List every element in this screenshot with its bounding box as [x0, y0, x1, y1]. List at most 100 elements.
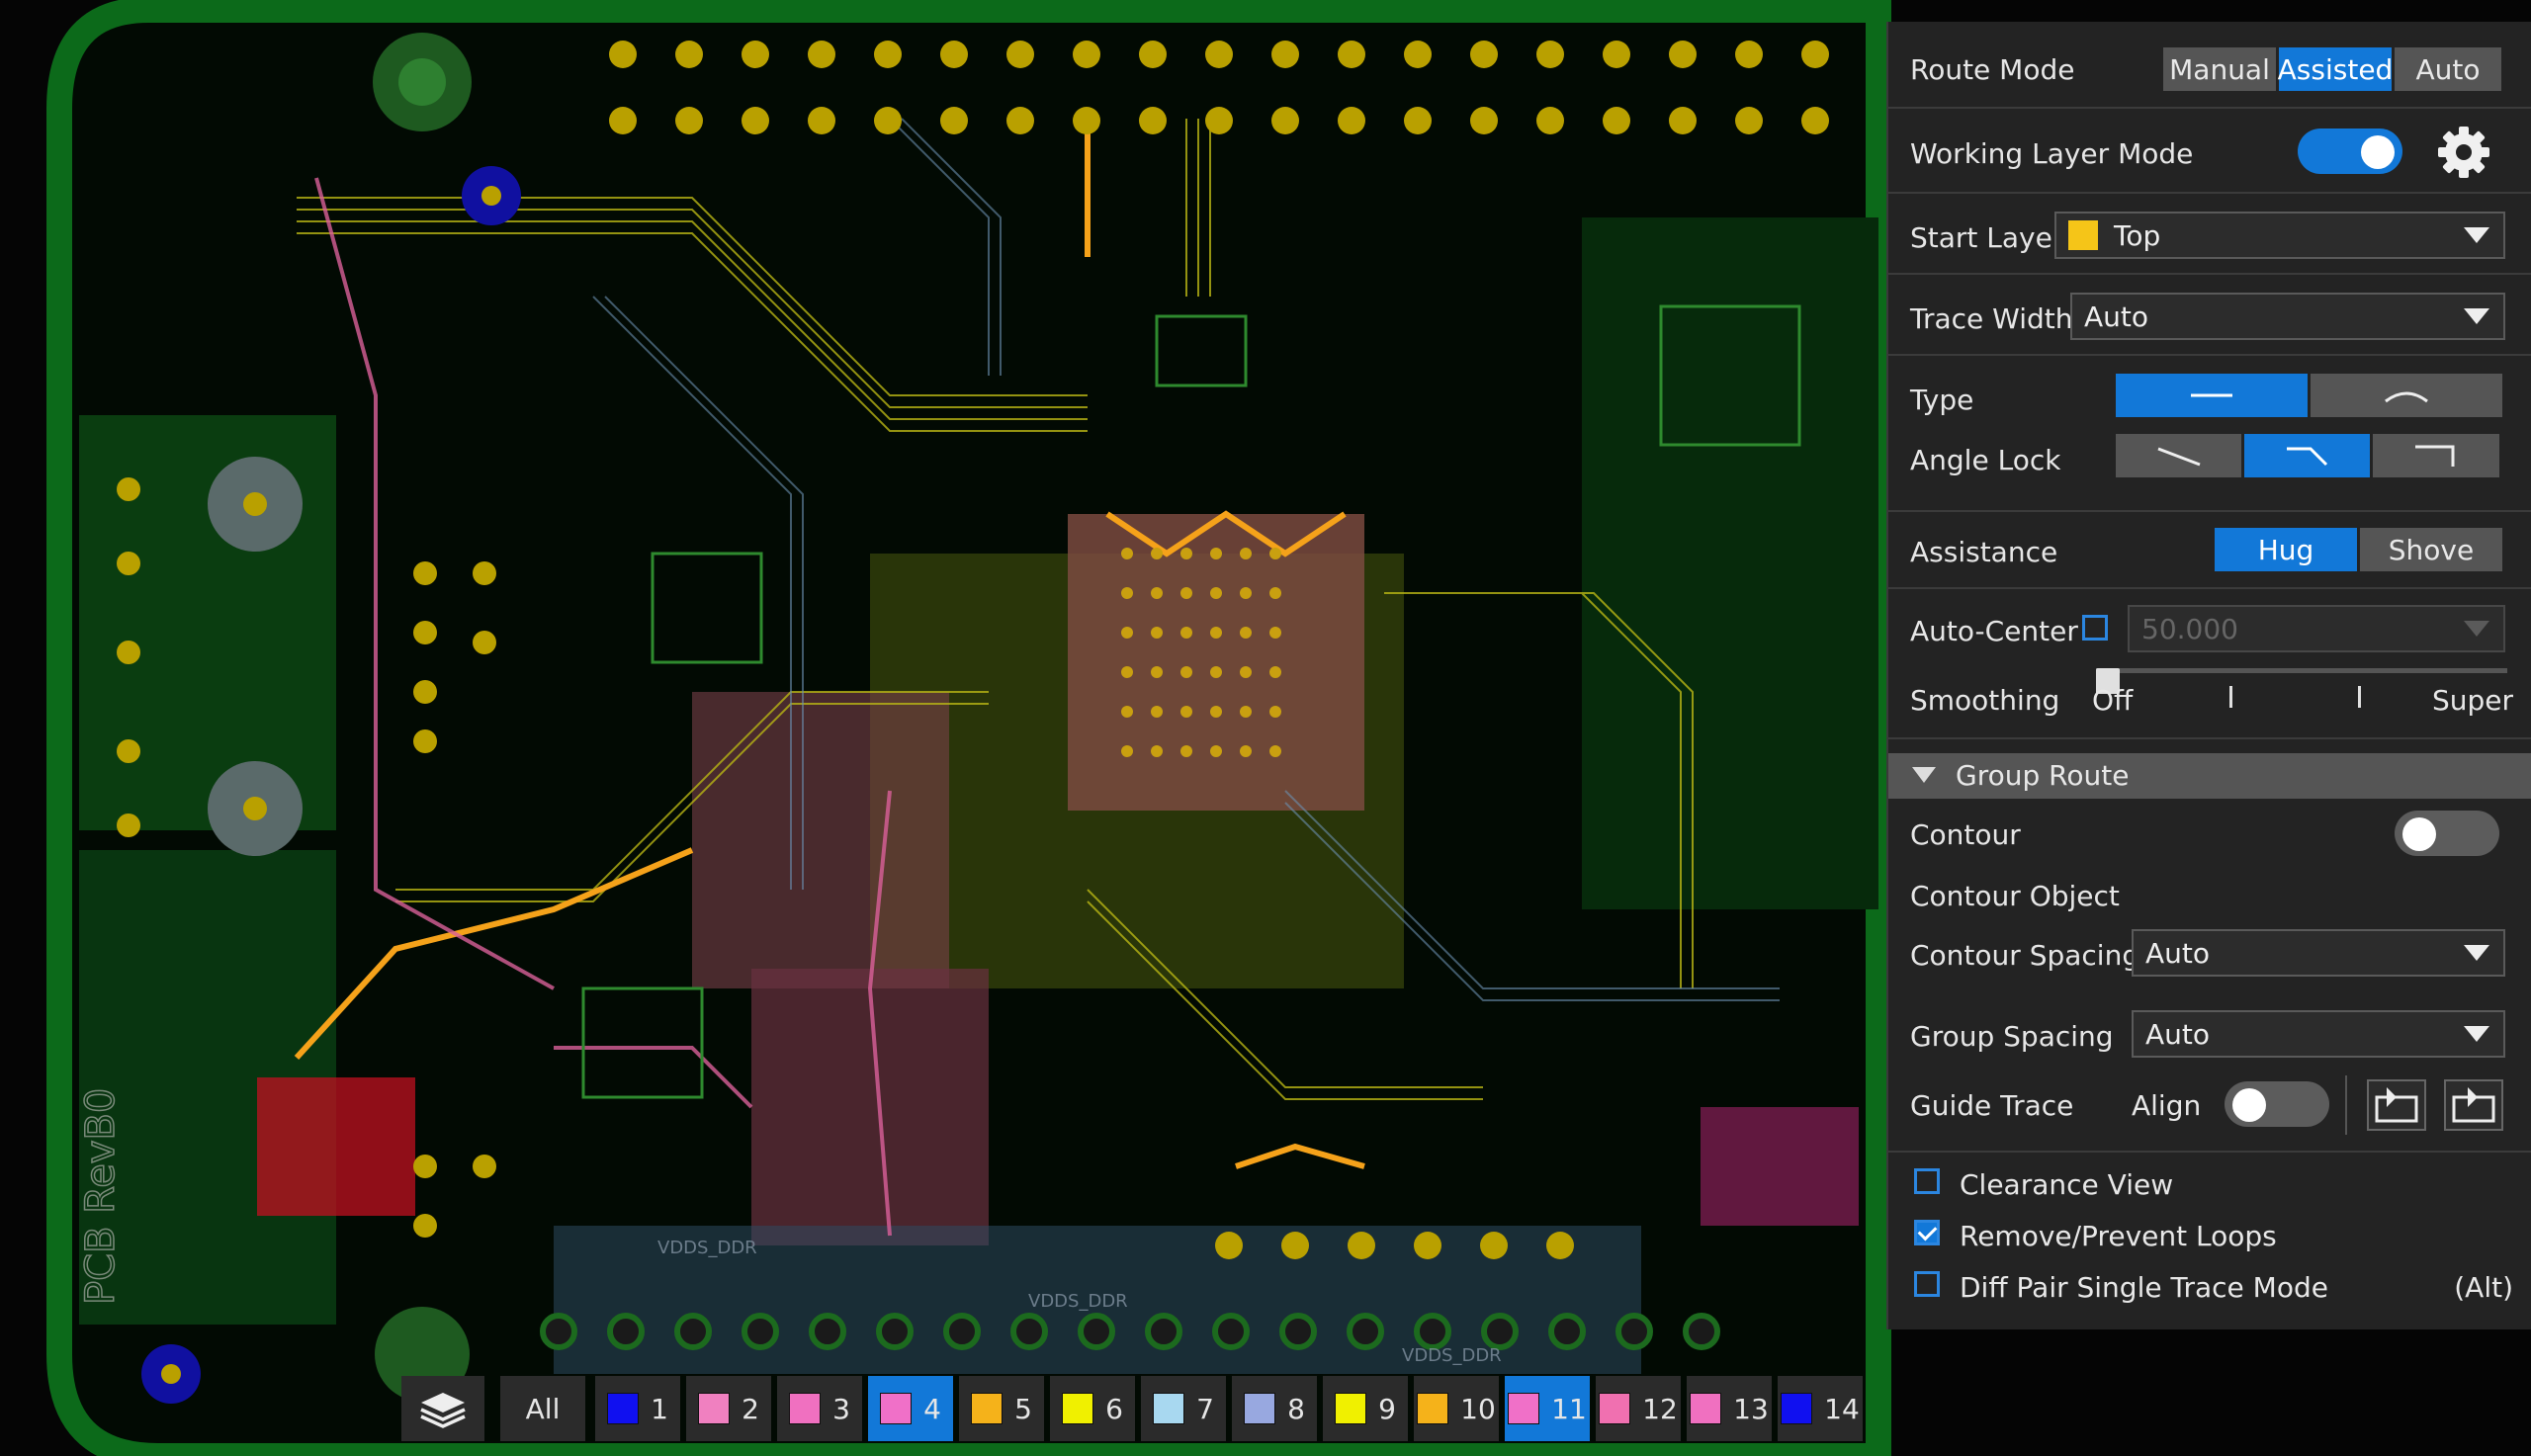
angle-90-icon: [2415, 445, 2455, 467]
group-spacing-label: Group Spacing: [1910, 1020, 2114, 1053]
guide-trace-right-button[interactable]: [2444, 1079, 2503, 1131]
contour-label: Contour: [1910, 818, 2021, 851]
contour-spacing-dropdown[interactable]: Auto: [2132, 929, 2505, 977]
layer-10-button[interactable]: 10: [1414, 1376, 1499, 1441]
group-spacing-dropdown[interactable]: Auto: [2132, 1010, 2505, 1058]
contour-spacing-value: Auto: [2145, 936, 2211, 970]
layer-3-button[interactable]: 3: [777, 1376, 862, 1441]
layer-color-swatch: [1599, 1393, 1631, 1424]
layer-9-button[interactable]: 9: [1323, 1376, 1408, 1441]
start-layer-value: Top: [2114, 218, 2161, 252]
layer-number: 11: [1551, 1392, 1587, 1425]
ground-pour: [79, 415, 336, 830]
assistance-segmented: Hug Shove: [2215, 528, 2505, 571]
divider: [1888, 587, 2531, 589]
divider: [1888, 510, 2531, 512]
layer-color-swatch: [1690, 1393, 1722, 1424]
layer-8-button[interactable]: 8: [1232, 1376, 1317, 1441]
align-toggle[interactable]: [2225, 1081, 2329, 1127]
layer-color-swatch: [1244, 1393, 1276, 1424]
diff-pair-single-trace-checkbox[interactable]: [1914, 1271, 1940, 1297]
route-mode-auto-button[interactable]: Auto: [2395, 47, 2501, 91]
triangle-down-icon: [1912, 767, 1936, 783]
route-mode-assisted-button[interactable]: Assisted: [2278, 47, 2393, 91]
assistance-hug-button[interactable]: Hug: [2215, 528, 2357, 571]
layer-number: 4: [923, 1392, 941, 1425]
contour-spacing-label: Contour Spacing: [1910, 939, 2140, 972]
layer-2-button[interactable]: 2: [686, 1376, 771, 1441]
layer-14-button[interactable]: 14: [1778, 1376, 1863, 1441]
layer-color-swatch: [2068, 220, 2098, 250]
layers-stack-button[interactable]: [401, 1376, 484, 1441]
trace-width-label: Trace Width: [1910, 302, 2073, 335]
layer-1-button[interactable]: 1: [595, 1376, 680, 1441]
assistance-label: Assistance: [1910, 536, 2058, 568]
chevron-down-icon: [2464, 945, 2489, 961]
contour-toggle[interactable]: [2395, 811, 2499, 856]
gear-icon[interactable]: [2436, 125, 2491, 180]
guide-trace-left-button[interactable]: [2367, 1079, 2426, 1131]
working-layer-mode-toggle[interactable]: [2298, 128, 2402, 174]
layer-color-swatch: [1153, 1393, 1185, 1424]
ground-pour: [1582, 217, 1878, 909]
clearance-view-checkbox[interactable]: [1914, 1168, 1940, 1194]
layer-number: 10: [1460, 1392, 1496, 1425]
smoothing-slider-track[interactable]: [2096, 668, 2507, 673]
layer-color-swatch: [1335, 1393, 1367, 1424]
layer-all-button[interactable]: All: [500, 1376, 585, 1441]
auto-center-value: 50.000: [2141, 612, 2238, 645]
group-route-header[interactable]: Group Route: [1888, 753, 2531, 799]
layer-5-button[interactable]: 5: [959, 1376, 1044, 1441]
divider: [2345, 1075, 2347, 1135]
route-mode-manual-button[interactable]: Manual: [2163, 47, 2276, 91]
assistance-shove-button[interactable]: Shove: [2360, 528, 2502, 571]
trace-width-dropdown[interactable]: Auto: [2070, 293, 2505, 340]
net-label: VDDS_DDR: [1402, 1345, 1502, 1366]
layer-7-button[interactable]: 7: [1141, 1376, 1226, 1441]
silkscreen-label: PCB RevB0: [78, 1088, 124, 1305]
angle-lock-segmented: [2116, 434, 2502, 477]
guide-right-icon: [2452, 1087, 2495, 1123]
pink-pour: [692, 692, 949, 988]
layer-color-swatch: [1417, 1393, 1449, 1424]
type-straight-button[interactable]: [2116, 374, 2308, 417]
layer-number: 14: [1824, 1392, 1860, 1425]
layer-4-button[interactable]: 4: [868, 1376, 953, 1441]
smoothing-max-label: Super: [2431, 684, 2513, 717]
magenta-pour: [1701, 1107, 1859, 1226]
layer-color-swatch: [971, 1393, 1004, 1424]
layer-number: 7: [1196, 1392, 1214, 1425]
layer-number: 3: [832, 1392, 850, 1425]
layer-6-button[interactable]: 6: [1050, 1376, 1135, 1441]
smoothing-min-label: Off: [2092, 684, 2134, 717]
auto-center-value-dropdown: 50.000: [2128, 605, 2505, 652]
layer-13-button[interactable]: 13: [1687, 1376, 1772, 1441]
angle-lock-label: Angle Lock: [1910, 444, 2061, 476]
layer-color-swatch: [880, 1393, 913, 1424]
guide-trace-label: Guide Trace: [1910, 1089, 2074, 1122]
layer-color-swatch: [1062, 1393, 1094, 1424]
start-layer-dropdown[interactable]: Top: [2054, 212, 2505, 259]
chevron-down-icon: [2464, 308, 2489, 324]
layer-number: 5: [1014, 1392, 1032, 1425]
layer-number: 2: [742, 1392, 759, 1425]
layer-11-button[interactable]: 11: [1505, 1376, 1590, 1441]
layer-number: 6: [1105, 1392, 1123, 1425]
chevron-down-icon: [2464, 621, 2489, 637]
shortcut-hint: (Alt): [2454, 1271, 2513, 1304]
layer-number: 12: [1642, 1392, 1678, 1425]
auto-center-checkbox[interactable]: [2082, 615, 2108, 641]
working-layer-mode-label: Working Layer Mode: [1910, 137, 2194, 170]
diff-pair-single-trace-label: Diff Pair Single Trace Mode: [1960, 1271, 2328, 1304]
angle-lock-45-button[interactable]: [2244, 434, 2370, 477]
type-arc-button[interactable]: [2311, 374, 2502, 417]
angle-lock-90-button[interactable]: [2373, 434, 2499, 477]
remove-prevent-loops-checkbox[interactable]: [1914, 1220, 1940, 1245]
angle-lock-any-button[interactable]: [2116, 434, 2241, 477]
layer-bar: All 1 2 3 4 5 6 7 8 9 10 11 12 13 14: [401, 1376, 1869, 1441]
guide-left-icon: [2375, 1087, 2418, 1123]
layer-12-button[interactable]: 12: [1596, 1376, 1681, 1441]
start-layer-label: Start Layer: [1910, 221, 2064, 254]
divider: [1888, 273, 2531, 275]
divider: [1888, 737, 2531, 739]
